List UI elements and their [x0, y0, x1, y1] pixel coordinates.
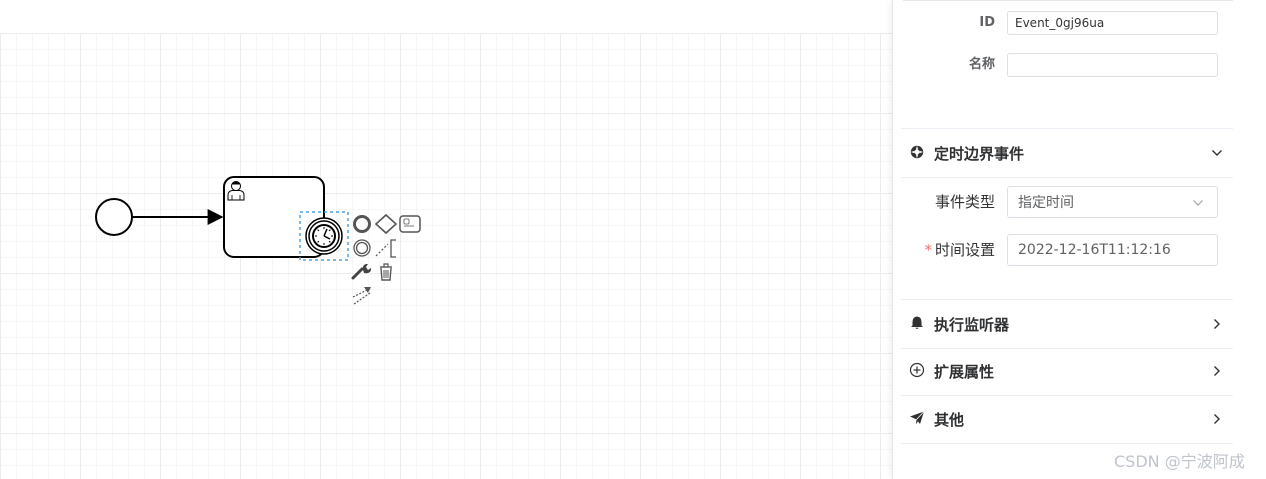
plus-circle-icon — [909, 362, 925, 378]
chevron-down-icon — [1193, 200, 1203, 206]
section-execution-listeners[interactable]: 执行监听器 — [901, 299, 1233, 349]
section-title: 执行监听器 — [934, 316, 1010, 334]
append-gateway-icon[interactable] — [374, 213, 398, 235]
paper-plane-icon — [910, 411, 925, 424]
clock-icon — [312, 224, 336, 248]
context-pad — [351, 213, 421, 305]
chevron-right-icon — [1214, 414, 1220, 424]
chevron-right-icon — [1214, 366, 1220, 376]
section-title: 定时边界事件 — [934, 145, 1025, 163]
timer-boundary-event[interactable] — [305, 217, 343, 255]
append-intermediate-event-icon[interactable] — [353, 239, 371, 257]
chevron-down-icon — [1212, 150, 1222, 156]
id-input[interactable] — [1007, 11, 1218, 35]
timer-gear-icon — [910, 145, 924, 159]
time-setting-input[interactable] — [1007, 234, 1218, 266]
wrench-icon[interactable] — [351, 264, 371, 280]
section-title: 扩展属性 — [934, 363, 995, 381]
trash-icon[interactable] — [380, 263, 392, 281]
time-setting-row: * 时间设置 — [893, 234, 1253, 266]
append-task-icon[interactable] — [399, 215, 421, 233]
id-row: ID — [893, 11, 1253, 43]
app-root: ID 名称 定时边界事件 事件类型 — [0, 0, 1266, 479]
panel-scrollbar-track[interactable] — [1252, 0, 1266, 479]
connect-arrow-icon[interactable] — [352, 287, 371, 305]
name-label: 名称 — [968, 57, 995, 72]
time-setting-label: * 时间设置 — [924, 241, 995, 259]
bpmn-canvas[interactable] — [0, 0, 892, 479]
section-other[interactable]: 其他 — [901, 395, 1233, 444]
section-timer-boundary-event[interactable]: 定时边界事件 — [901, 128, 1233, 178]
panel-divider — [903, 0, 1233, 1]
event-type-value: 指定时间 — [1018, 195, 1074, 211]
event-type-row: 事件类型 指定时间 — [893, 186, 1253, 218]
text-annotation-icon[interactable] — [375, 239, 396, 258]
chevron-right-icon — [1214, 319, 1220, 329]
diagram-svg — [95, 176, 421, 305]
properties-panel: ID 名称 定时边界事件 事件类型 — [892, 0, 1253, 479]
id-label: ID — [979, 15, 995, 30]
event-type-label: 事件类型 — [934, 193, 995, 211]
bell-icon — [911, 316, 923, 329]
append-end-event-icon[interactable] — [353, 215, 371, 233]
name-row: 名称 — [893, 53, 1253, 85]
event-type-select[interactable]: 指定时间 — [1007, 186, 1218, 218]
watermark: CSDN @宁波阿成 — [1114, 452, 1245, 471]
section-extension-properties[interactable]: 扩展属性 — [901, 347, 1233, 396]
section-title: 其他 — [934, 411, 965, 429]
start-event[interactable] — [95, 198, 133, 236]
required-mark: * — [924, 241, 932, 259]
name-input[interactable] — [1007, 53, 1218, 77]
